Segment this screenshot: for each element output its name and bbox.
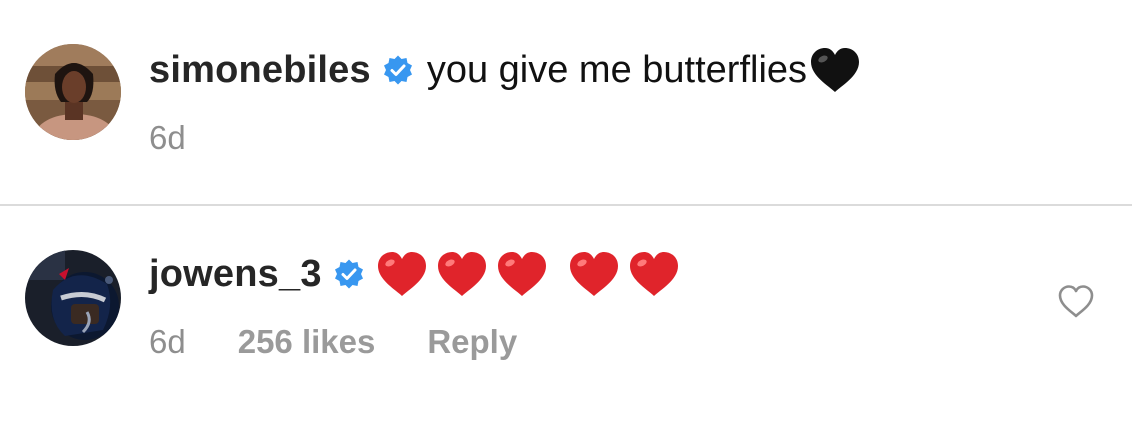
red-heart-emoji [376, 250, 428, 298]
comment-time: 6d [149, 323, 186, 360]
comment-emoji-hearts [376, 250, 688, 298]
comment-item: jowens_3 6d 256 likes Reply [0, 206, 1132, 433]
verified-badge-icon [381, 53, 415, 87]
comment-body: simonebiles you give me butterflies [149, 44, 869, 96]
comment-item: simonebiles you give me butterflies 6d [0, 0, 1132, 204]
comment-time: 6d [149, 119, 186, 156]
black-heart-emoji [809, 46, 861, 94]
comment-text: you give me butterflies [426, 48, 808, 91]
likes-count-link[interactable]: 256 likes [238, 323, 376, 361]
comment-meta: 6d [149, 118, 186, 158]
verified-badge-icon [332, 257, 366, 291]
avatar[interactable] [25, 250, 121, 346]
avatar[interactable] [25, 44, 121, 140]
username[interactable]: jowens_3 [149, 253, 322, 296]
reply-button[interactable]: Reply [427, 323, 517, 361]
red-heart-emoji [568, 250, 620, 298]
comment-body: jowens_3 [149, 246, 688, 302]
red-heart-emoji [436, 250, 488, 298]
comment-meta: 6d 256 likes Reply [149, 322, 517, 362]
red-heart-emoji [496, 250, 548, 298]
like-heart-outline-icon[interactable] [1057, 284, 1095, 320]
username[interactable]: simonebiles [149, 49, 371, 92]
red-heart-emoji [628, 250, 680, 298]
